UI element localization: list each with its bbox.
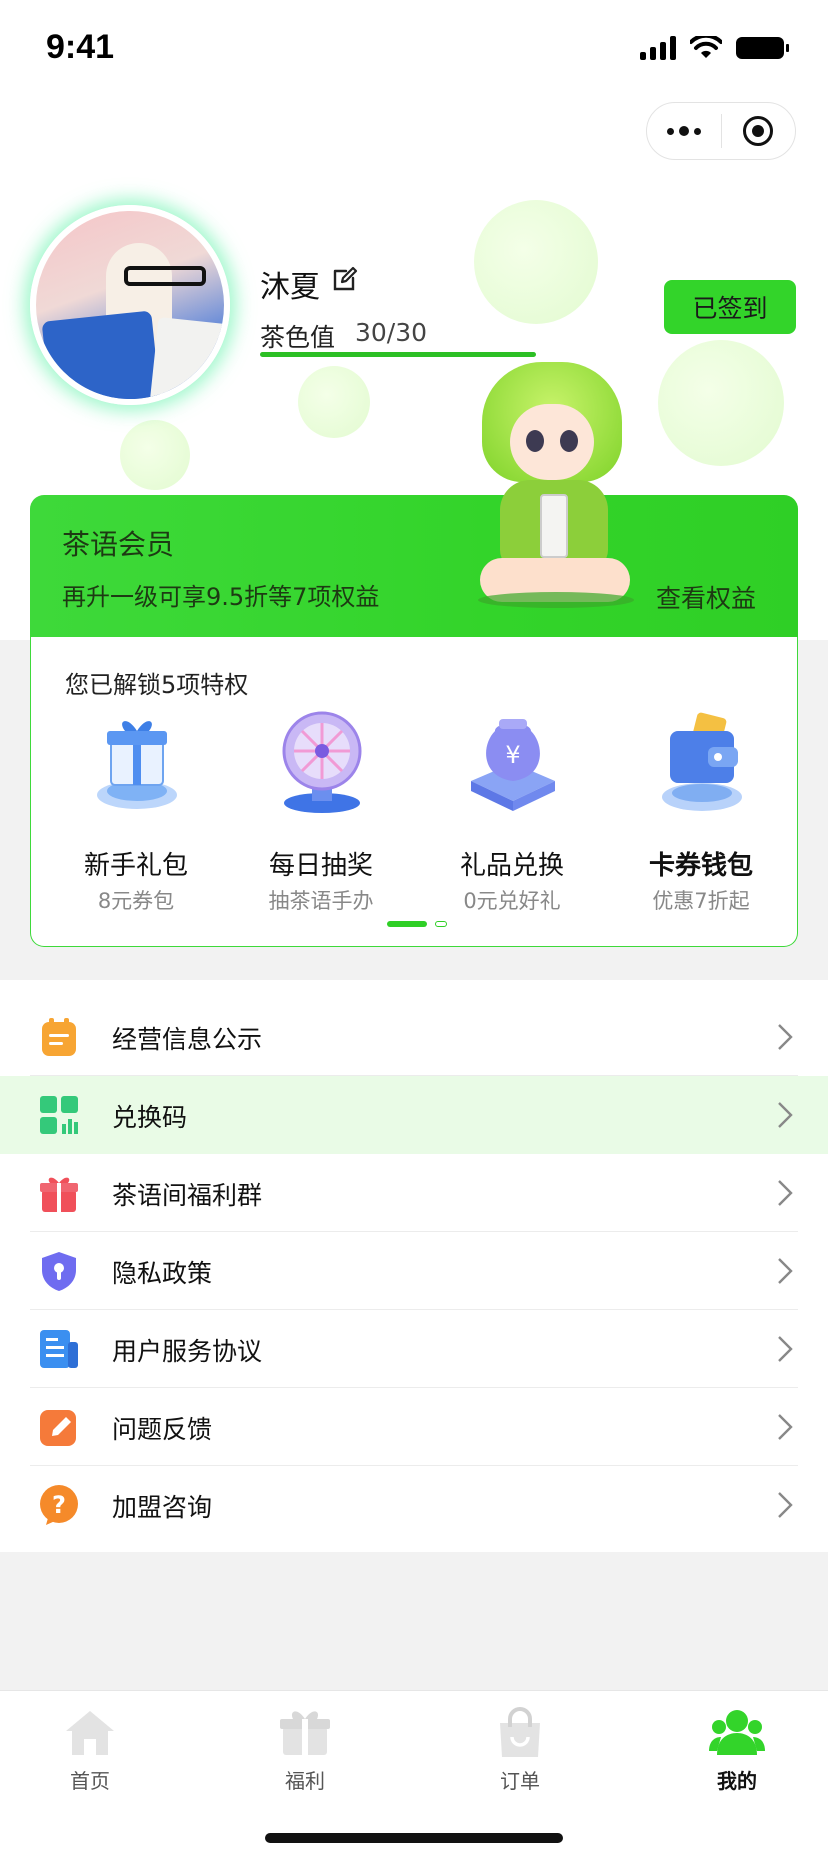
bag-icon [500, 1707, 540, 1757]
privilege-sub: 优惠7折起 [652, 889, 750, 913]
document-icon [40, 1330, 78, 1368]
privilege-name: 每日抽奖 [268, 851, 373, 881]
tab-mine[interactable]: 我的 [647, 1701, 827, 1801]
privileges-pager [387, 921, 447, 927]
chevron-right-icon [778, 1024, 793, 1050]
battery-icon [736, 37, 789, 59]
member-title: 茶语会员 [62, 528, 175, 561]
qr-grid-icon [40, 1096, 78, 1134]
privilege-item-coupon-wallet[interactable]: 卡券钱包 优惠7折起 [616, 707, 786, 913]
tea-value-label: 茶色值 [260, 323, 336, 352]
settings-menu: 经营信息公示 兑换码 茶语间福利群 隐私政策 用户服务协议 问题反馈 ? 加盟咨… [0, 980, 828, 1552]
shield-icon [42, 1252, 76, 1291]
more-dots-icon [666, 126, 701, 136]
gift-icon [280, 1711, 330, 1755]
tab-home[interactable]: 首页 [0, 1701, 180, 1801]
close-mini-program-button[interactable] [722, 103, 796, 159]
pager-dot[interactable] [435, 921, 447, 927]
home-icon [66, 1711, 114, 1755]
wifi-icon [690, 36, 722, 58]
privileges-card: 您已解锁5项特权 新手礼包 8元券包 每日抽奖 抽茶语手办 ¥ 礼品兑换 0元兑… [30, 637, 798, 947]
tea-value-progress [260, 352, 536, 357]
chevron-right-icon [778, 1102, 793, 1128]
money-bag-icon: ¥ [471, 719, 555, 811]
target-circle-icon [743, 116, 774, 146]
privilege-name: 新手礼包 [83, 851, 188, 881]
edit-name-icon[interactable] [332, 266, 358, 292]
menu-label: 用户服务协议 [112, 1337, 263, 1366]
status-bar: 9:41 [0, 0, 828, 100]
signal-icon [640, 36, 676, 60]
tab-orders[interactable]: 订单 [430, 1701, 610, 1801]
menu-item-redeem-code[interactable]: 兑换码 [0, 1076, 828, 1154]
avatar-glasses [124, 266, 206, 286]
tab-label: 我的 [717, 1769, 757, 1793]
privilege-item-daily-lottery[interactable]: 每日抽奖 抽茶语手办 [236, 707, 406, 913]
chevron-right-icon [778, 1180, 793, 1206]
user-name: 沐夏 [260, 270, 320, 305]
menu-item-feedback[interactable]: 问题反馈 [0, 1388, 828, 1466]
decor-bubble [120, 420, 190, 490]
member-desc: 再升一级可享9.5折等7项权益 [62, 583, 380, 611]
status-icons [640, 36, 789, 60]
gift-box-icon [97, 721, 177, 809]
view-benefits-link[interactable]: 查看权益 [656, 579, 756, 615]
tea-value-count: 30/30 [355, 318, 428, 347]
edit-icon [40, 1410, 76, 1446]
menu-item-user-agreement[interactable]: 用户服务协议 [0, 1310, 828, 1388]
tab-label: 首页 [70, 1769, 110, 1793]
avatar-book-page [149, 317, 224, 399]
menu-label: 隐私政策 [112, 1259, 213, 1288]
menu-item-privacy-policy[interactable]: 隐私政策 [0, 1232, 828, 1310]
svg-text:¥: ¥ [505, 741, 520, 769]
tab-label: 福利 [285, 1769, 325, 1793]
decor-bubble [298, 366, 370, 438]
menu-item-business-info[interactable]: 经营信息公示 [0, 998, 828, 1076]
pager-dot-active[interactable] [387, 921, 427, 927]
mini-program-capsule [646, 102, 796, 160]
user-group-icon [709, 1710, 765, 1755]
chevron-right-icon [778, 1492, 793, 1518]
privilege-item-newbie-gift[interactable]: 新手礼包 8元券包 [51, 707, 221, 913]
avatar[interactable] [30, 205, 230, 405]
menu-label: 经营信息公示 [112, 1025, 263, 1054]
svg-text:?: ? [52, 1491, 66, 1519]
menu-label: 茶语间福利群 [112, 1181, 263, 1210]
menu-label: 加盟咨询 [112, 1493, 213, 1522]
privilege-sub: 0元兑好礼 [463, 889, 561, 913]
privilege-sub: 抽茶语手办 [268, 889, 374, 913]
privilege-item-gift-exchange[interactable]: ¥ 礼品兑换 0元兑好礼 [427, 707, 597, 913]
menu-label: 问题反馈 [112, 1415, 213, 1444]
member-card[interactable]: 茶语会员 再升一级可享9.5折等7项权益 查看权益 [30, 495, 798, 640]
menu-item-franchise[interactable]: ? 加盟咨询 [0, 1466, 828, 1544]
menu-label: 兑换码 [112, 1103, 188, 1132]
status-time: 9:41 [46, 28, 115, 66]
decor-bubble [474, 200, 598, 324]
mascot-figurine [470, 362, 640, 612]
question-icon: ? [40, 1485, 78, 1525]
wallet-icon [662, 712, 742, 811]
checkin-button[interactable]: 已签到 [664, 280, 796, 334]
clipboard-icon [42, 1018, 76, 1056]
gift-icon [40, 1177, 78, 1212]
chevron-right-icon [778, 1414, 793, 1440]
tab-welfare[interactable]: 福利 [215, 1701, 395, 1801]
home-indicator [265, 1833, 563, 1843]
menu-item-welfare-group[interactable]: 茶语间福利群 [0, 1154, 828, 1232]
privilege-sub: 8元券包 [97, 889, 175, 913]
more-button[interactable] [647, 103, 721, 159]
privileges-title: 您已解锁5项特权 [65, 671, 249, 699]
header-area: 9:41 沐夏 茶色值 30/30 已签到 茶语会员 再升一级可享9.5折等7项… [0, 0, 828, 640]
privilege-name: 礼品兑换 [459, 851, 564, 881]
lottery-wheel-icon [282, 711, 362, 813]
privilege-name: 卡券钱包 [648, 851, 753, 881]
avatar-book [41, 310, 161, 399]
chevron-right-icon [778, 1258, 793, 1284]
decor-bubble [658, 340, 784, 466]
tab-label: 订单 [500, 1769, 540, 1793]
chevron-right-icon [778, 1336, 793, 1362]
